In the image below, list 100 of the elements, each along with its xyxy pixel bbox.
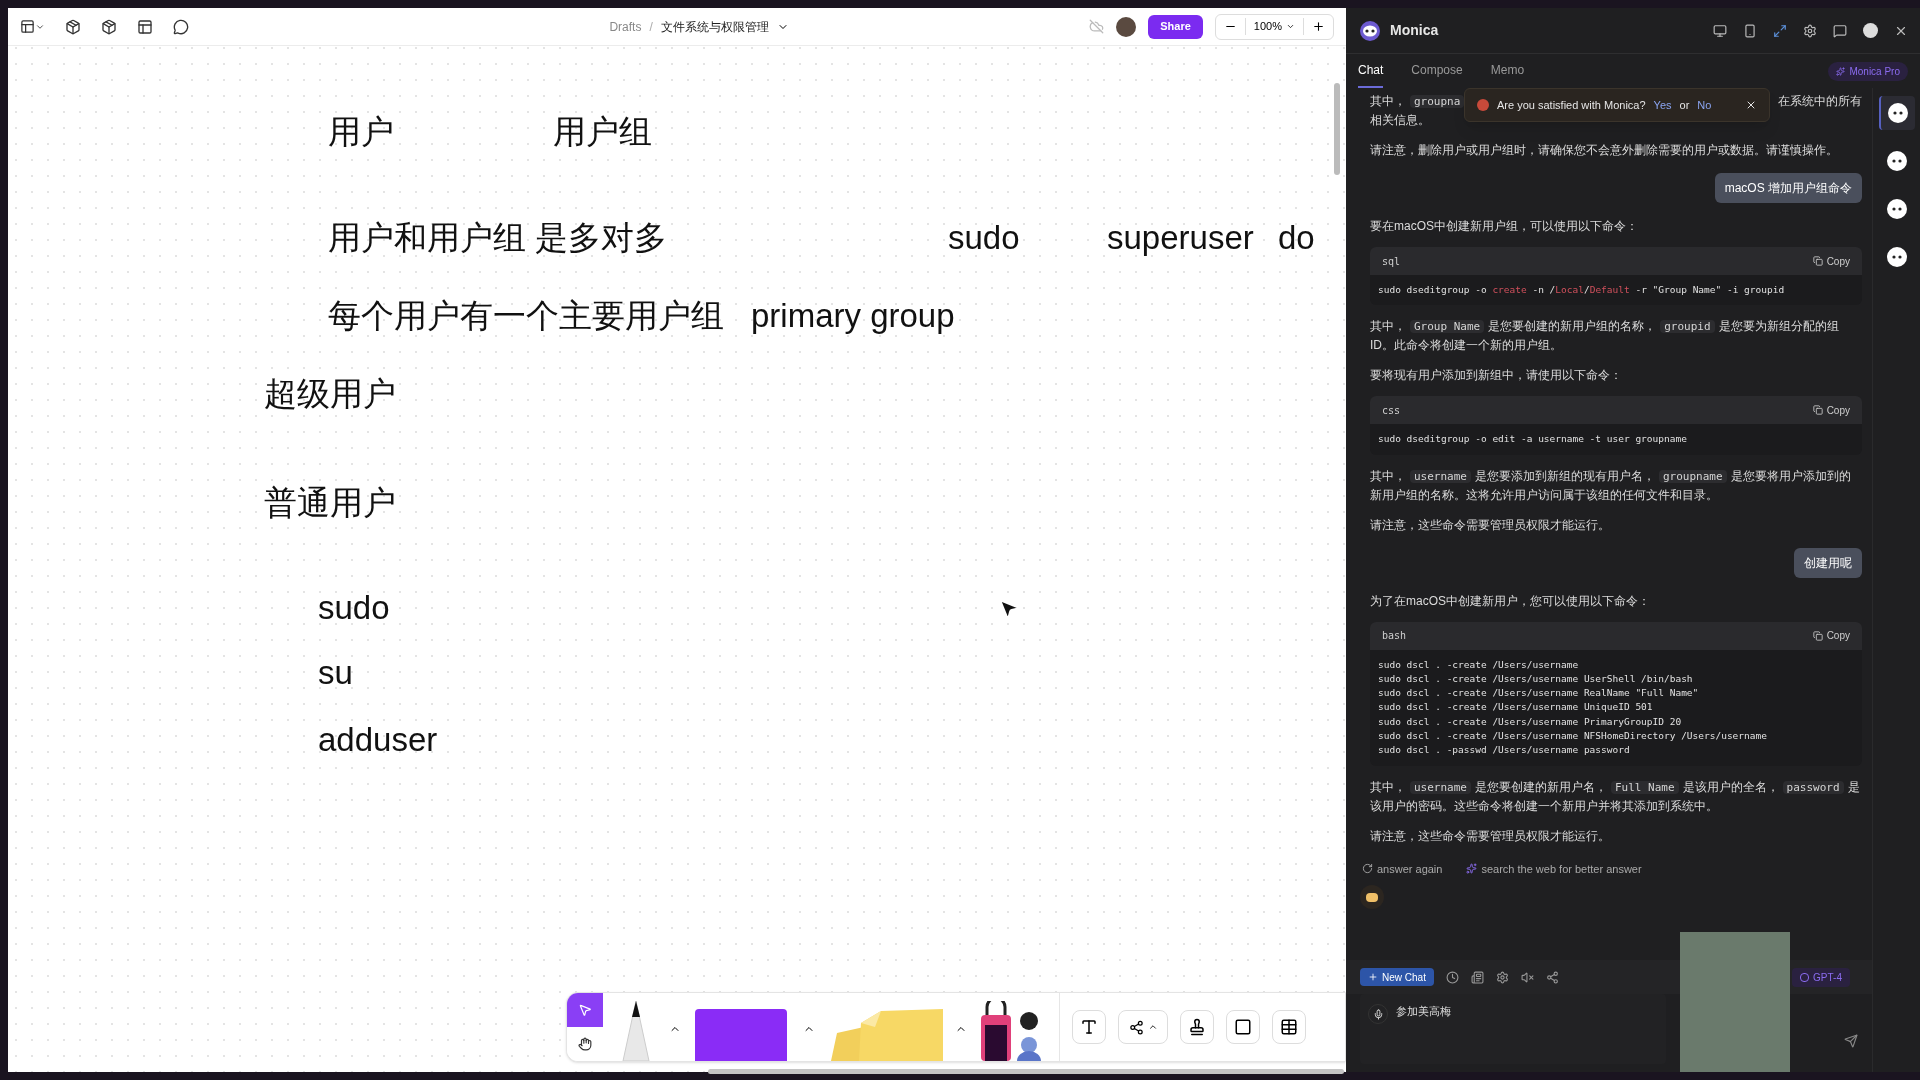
message-paragraph: 请注意，这些命令需要管理员权限才能运行。 <box>1370 827 1611 845</box>
message-paragraph: 其中， username 是您要添加到新组的现有用户名， groupname 是您要将用户添加到的新用户组的名称。这将允许用户访问属于该组的任何文件和目录。 <box>1370 467 1852 504</box>
stamp-tool[interactable] <box>1180 1010 1214 1044</box>
code-line: sudo dscl . -create /Users/username RealName "Full Name" <box>1378 686 1699 701</box>
pointer-icon <box>578 1003 592 1017</box>
hand-tool[interactable] <box>567 1027 603 1061</box>
canvas-text: 用户和用户组 是多对多 <box>328 218 668 258</box>
panel-tab[interactable]: Chat <box>1358 54 1384 88</box>
monitor-icon[interactable] <box>1713 23 1727 38</box>
stamp-icon <box>1188 1018 1206 1036</box>
canvas-text: 普通用户 <box>264 483 396 523</box>
message-paragraph: 其中， username 是您要创建的新用户名， Full Name 是该用户的全名， password 是该用户的密码。这些命令将创建一个新用户并将其添加到系统中。 <box>1370 778 1861 815</box>
panel-tab[interactable]: Memo <box>1490 54 1525 88</box>
copy-icon <box>1812 630 1823 641</box>
bot-avatar[interactable] <box>1878 96 1915 130</box>
copy-icon <box>1812 405 1823 416</box>
code-line: sudo dseditgroup -o create -n /Local/Default -r "Group Name" -i groupid <box>1378 283 1785 297</box>
message-fragment: 在系统中的所有 <box>1778 93 1862 110</box>
answer-again-button[interactable]: answer again <box>1362 860 1443 878</box>
document-icon[interactable] <box>1470 970 1484 984</box>
code-line: sudo dscl . -passwd /Users/username password <box>1378 743 1630 758</box>
web-search-button[interactable]: search the web for better answer <box>1466 860 1642 878</box>
message-paragraph: 为了在macOS中创建新用户，您可以使用以下命令： <box>1370 592 1651 610</box>
mute-icon[interactable] <box>1520 970 1534 984</box>
code-line: sudo dseditgroup -o edit -a username -t user groupname <box>1378 432 1687 447</box>
message-paragraph: 请注意，删除用户或用户组时，请确保您不会意外删除需要的用户或数据。请谨慎操作。 <box>1370 142 1839 159</box>
copy-button[interactable]: Copy <box>1812 402 1850 418</box>
code-language: bash <box>1382 629 1407 644</box>
copy-button[interactable]: Copy <box>1812 253 1850 269</box>
canvas-text: 用户组 <box>553 112 652 152</box>
message-paragraph: 要在macOS中创建新用户组，可以使用以下命令： <box>1370 218 1639 235</box>
canvas-text: superuser <box>1107 218 1254 258</box>
user-message-bubble: 创建用呢 <box>1794 547 1862 578</box>
sparkle-icon <box>1466 863 1478 875</box>
file-title[interactable]: 文件系统与权限管理 <box>660 17 769 36</box>
logo-icon[interactable] <box>1358 18 1382 43</box>
code-line: sudo dscl . -create /Users/username NFSHomeDirectory /Users/username <box>1378 729 1767 744</box>
code-line: sudo dscl . -create /Users/username UniqueID 501 <box>1378 700 1653 715</box>
refresh-icon <box>1362 863 1373 875</box>
canvas-text: sudo <box>318 588 390 628</box>
send-icon[interactable] <box>1844 1034 1858 1048</box>
user-message-bubble: macOS 增加用户组命令 <box>1714 173 1862 203</box>
phone-icon[interactable] <box>1743 23 1757 38</box>
table-tool[interactable] <box>1272 1010 1306 1044</box>
canvas-text: su <box>318 653 353 693</box>
copy-button[interactable]: Copy <box>1812 628 1850 644</box>
mic-glyph-icon <box>1372 1008 1384 1020</box>
settings-icon[interactable] <box>1495 970 1509 984</box>
close-icon[interactable] <box>1745 99 1757 111</box>
new-chat-button[interactable]: New Chat <box>1360 968 1434 986</box>
connector-tool[interactable] <box>1118 1010 1168 1044</box>
canvas-text: 用户 <box>328 112 394 152</box>
feedback-icon[interactable] <box>1833 23 1847 38</box>
share-icon[interactable] <box>1545 970 1559 984</box>
expand-icon[interactable] <box>1773 23 1787 38</box>
toast-question: Are you satisfied with Monica? <box>1497 97 1646 113</box>
text-tool[interactable] <box>1072 1010 1106 1044</box>
breadcrumb-link[interactable]: Drafts <box>609 17 642 36</box>
yes-link[interactable]: Yes <box>1653 96 1672 114</box>
copy-icon <box>1812 256 1823 266</box>
panel-tab[interactable]: Compose <box>1411 54 1463 88</box>
connector-icon <box>1128 1019 1144 1035</box>
share-button[interactable]: Share <box>1148 14 1203 39</box>
settings-icon[interactable] <box>1803 23 1817 38</box>
comment-icon[interactable] <box>173 18 189 35</box>
code-language: sql <box>1382 254 1401 269</box>
zoom-in-icon[interactable] <box>1312 20 1325 33</box>
layout-icon[interactable] <box>137 18 153 35</box>
code-language: css <box>1382 403 1401 418</box>
menu-icon[interactable] <box>20 19 45 34</box>
breadcrumb-separator: / <box>649 18 653 36</box>
caret-icon <box>1147 1022 1158 1032</box>
code-line: sudo dscl . -create /Users/username <box>1378 657 1579 672</box>
message-paragraph: 请注意，这些命令需要管理员权限才能运行。 <box>1370 516 1611 534</box>
frame-tool[interactable] <box>1226 1010 1260 1044</box>
zoom-level[interactable]: 100% <box>1244 18 1304 35</box>
pro-badge[interactable]: Monica Pro <box>1828 61 1908 81</box>
canvas-text: adduser <box>318 720 438 760</box>
pencil-drawing[interactable] <box>619 999 653 1061</box>
cloud-off-icon <box>1089 19 1105 34</box>
select-tool[interactable] <box>567 993 603 1027</box>
canvas-text: sudo <box>948 218 1020 258</box>
code-line: sudo dscl . -create /Users/username UserShell /bin/bash <box>1378 671 1693 686</box>
canvas-text: primary group <box>751 296 955 336</box>
panel-title: Monica <box>1390 21 1439 40</box>
message-fragment: 相关信息。 <box>1370 112 1430 129</box>
canvas-text: 超级用户 <box>264 374 396 414</box>
code-line: sudo dscl . -create /Users/username PrimaryGroupID 20 <box>1378 714 1682 729</box>
profile-avatar[interactable] <box>1863 23 1878 38</box>
no-link[interactable]: No <box>1697 96 1712 114</box>
history-icon[interactable] <box>1445 970 1459 984</box>
model-badge[interactable]: GPT-4 <box>1792 967 1850 987</box>
canvas-text: 每个用户有一个主要用户组 <box>328 296 724 336</box>
canvas-text: do <box>1278 218 1315 258</box>
user-avatar[interactable] <box>1116 16 1137 37</box>
sparkle-icon <box>1836 66 1846 76</box>
hand-icon <box>578 1037 592 1051</box>
plus-icon <box>1368 972 1378 982</box>
message-paragraph: 要将现有用户添加到新组中，请使用以下命令： <box>1370 367 1623 385</box>
table-icon <box>1280 1018 1298 1036</box>
